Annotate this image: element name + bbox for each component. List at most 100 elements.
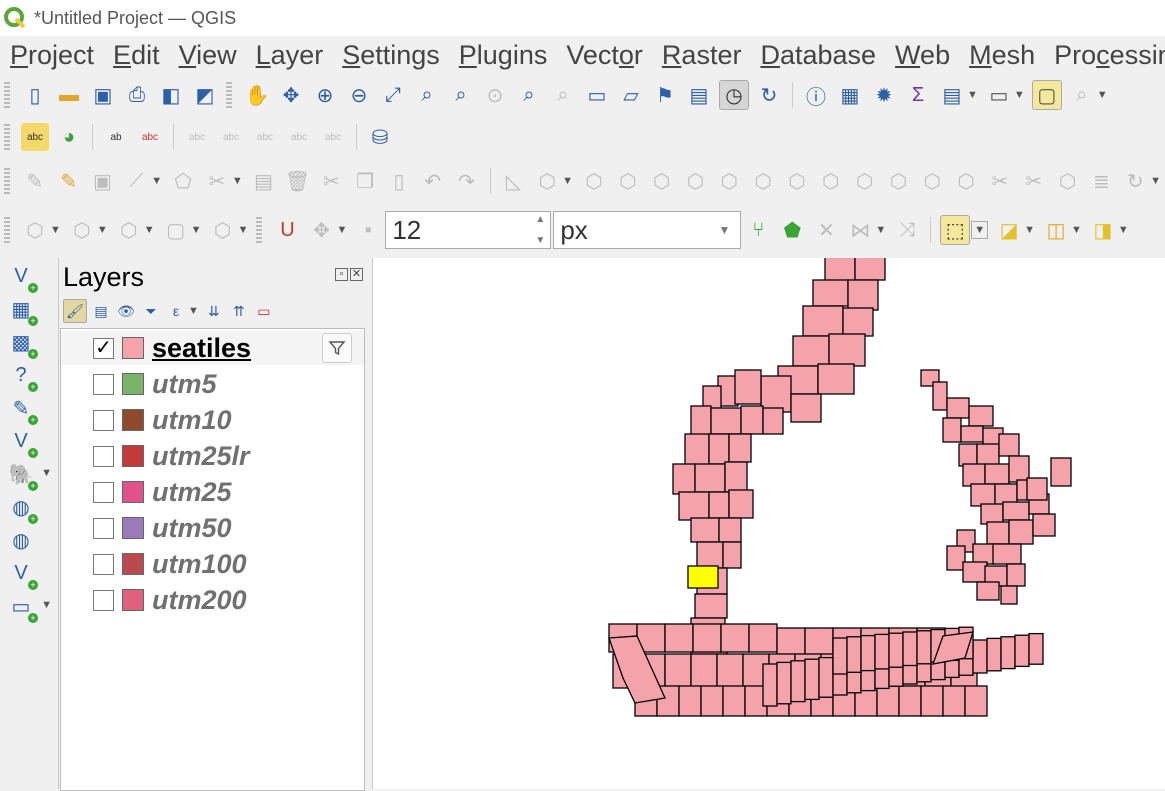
- annotation-svg-icon[interactable]: ⬡: [209, 216, 237, 244]
- zoom-to-selection-icon[interactable]: ⌕: [413, 81, 441, 109]
- toolbox-icon[interactable]: ✹: [870, 81, 898, 109]
- offset-curve-icon[interactable]: ⬡: [885, 167, 913, 195]
- current-edits-icon[interactable]: ✎: [21, 167, 49, 195]
- snapping-units-select[interactable]: px ▼: [553, 211, 742, 249]
- tile-polygon[interactable]: [762, 407, 784, 435]
- expand-all-icon[interactable]: ⇊: [203, 300, 225, 322]
- tile-polygon[interactable]: [790, 393, 822, 423]
- advanced-digitizing-icon[interactable]: ◺: [500, 167, 528, 195]
- pan-to-selection-icon[interactable]: ✥: [277, 81, 305, 109]
- collapse-all-icon[interactable]: ⇈: [228, 300, 250, 322]
- tile-polygon[interactable]: [942, 685, 966, 717]
- zoom-next-icon[interactable]: ⌕: [549, 81, 577, 109]
- open-project-icon[interactable]: ▬: [55, 81, 83, 109]
- pan-icon[interactable]: ✋: [243, 81, 271, 109]
- tile-polygon[interactable]: [828, 333, 866, 367]
- add-postgis-layer-icon[interactable]: 🐘 + ▼: [6, 459, 52, 491]
- layer-row-utm50[interactable]: utm50: [61, 511, 364, 545]
- snapping-magnet-icon[interactable]: U: [273, 216, 301, 244]
- save-project-icon[interactable]: ▣: [89, 81, 117, 109]
- label-properties-icon[interactable]: abc: [319, 123, 347, 151]
- add-raster-layer-icon[interactable]: ▦ +: [6, 294, 38, 326]
- tile-polygon[interactable]: [1008, 455, 1030, 483]
- undo-icon[interactable]: ↶: [419, 167, 447, 195]
- tile-polygon[interactable]: [998, 433, 1020, 457]
- tile-polygon[interactable]: [692, 623, 722, 653]
- tile-polygon[interactable]: [980, 503, 1004, 525]
- annotation-polygon-icon[interactable]: ⬡: [115, 216, 143, 244]
- tile-polygon[interactable]: [790, 660, 806, 703]
- change-label-icon[interactable]: abc: [285, 123, 313, 151]
- chevron-down-icon[interactable]: ▼: [875, 224, 886, 236]
- tile-polygon[interactable]: [818, 656, 834, 698]
- menu-vector[interactable]: Vector: [556, 40, 652, 71]
- tile-polygon[interactable]: [720, 623, 750, 653]
- rotate-feature-icon[interactable]: ⬡: [614, 167, 642, 195]
- layer-symbol-swatch[interactable]: [122, 337, 144, 359]
- modify-attributes-icon[interactable]: ▤: [250, 167, 278, 195]
- select-by-value-icon[interactable]: ◪: [995, 216, 1023, 244]
- map-tips-icon[interactable]: ▤: [938, 81, 966, 109]
- tile-polygon[interactable]: [832, 637, 848, 675]
- tile-polygon[interactable]: [708, 491, 730, 519]
- tile-polygon[interactable]: [748, 623, 778, 653]
- move-label-icon[interactable]: abc: [183, 123, 211, 151]
- filter-icon[interactable]: [322, 333, 352, 363]
- tile-polygon[interactable]: [920, 685, 944, 717]
- add-spatialite-layer-icon[interactable]: V +: [6, 426, 38, 458]
- zoom-to-layer-icon[interactable]: ⌕: [447, 81, 475, 109]
- menu-raster[interactable]: Raster: [652, 40, 751, 71]
- close-panel-icon[interactable]: ✕: [350, 268, 363, 281]
- menu-web[interactable]: Web: [885, 40, 959, 71]
- select-features-icon[interactable]: ⬚: [940, 215, 971, 245]
- identify-features-icon[interactable]: ⓘ: [802, 81, 830, 109]
- tile-polygon[interactable]: [678, 685, 702, 717]
- chevron-down-icon[interactable]: ▼: [41, 599, 52, 611]
- add-part-icon[interactable]: ⬡: [715, 167, 743, 195]
- tile-polygon[interactable]: [664, 653, 692, 689]
- tile-polygon[interactable]: [976, 581, 1000, 601]
- new-print-layout-icon[interactable]: ⎙: [123, 81, 151, 109]
- tile-polygon[interactable]: [724, 461, 748, 493]
- layer-visibility-checkbox[interactable]: [93, 553, 114, 575]
- tile-polygon[interactable]: [860, 634, 876, 672]
- layer-visibility-checkbox[interactable]: [93, 481, 114, 503]
- filter-expression-icon[interactable]: ε: [165, 300, 187, 322]
- remove-layer-icon[interactable]: ▭: [253, 300, 275, 322]
- map-canvas[interactable]: [372, 258, 1165, 789]
- reshape-features-icon[interactable]: ⬡: [851, 167, 879, 195]
- tile-polygon[interactable]: [824, 258, 856, 284]
- tile-polygon[interactable]: [962, 463, 986, 487]
- layer-visibility-checkbox[interactable]: [93, 517, 114, 539]
- tile-polygon[interactable]: [1000, 585, 1018, 605]
- tile-polygon[interactable]: [960, 425, 984, 443]
- layer-symbol-swatch[interactable]: [122, 409, 144, 431]
- layer-row-utm25lr[interactable]: utm25lr: [61, 439, 364, 473]
- tile-polygon[interactable]: [916, 630, 932, 665]
- seatiles-features[interactable]: [373, 258, 1165, 789]
- layer-symbol-swatch[interactable]: [122, 553, 144, 575]
- tile-polygon[interactable]: [962, 561, 988, 583]
- pin-labels-icon[interactable]: ab: [102, 123, 130, 151]
- highlight-labels-icon[interactable]: abc: [136, 123, 164, 151]
- paste-features-icon[interactable]: ▯: [385, 167, 413, 195]
- rotate-point-symbols-icon[interactable]: ↻: [1121, 167, 1149, 195]
- tile-polygon[interactable]: [728, 489, 754, 519]
- spinbox-arrows[interactable]: ▲ ▼: [532, 214, 548, 246]
- add-gps-layer-icon[interactable]: ✎ +: [6, 393, 38, 425]
- tile-polygon[interactable]: [690, 653, 718, 689]
- show-bookmarks-icon[interactable]: ▤: [685, 81, 713, 109]
- tile-polygon[interactable]: [684, 433, 710, 469]
- tile-polygon[interactable]: [902, 631, 918, 667]
- tile-polygon[interactable]: [898, 685, 922, 717]
- chevron-down-icon[interactable]: ▼: [144, 224, 155, 236]
- save-edits-icon[interactable]: ▣: [89, 167, 117, 195]
- tile-polygon[interactable]: [1008, 519, 1034, 545]
- topological-editing-icon[interactable]: ⑂: [744, 216, 772, 244]
- tile-polygon[interactable]: [842, 307, 874, 337]
- statistical-summary-icon[interactable]: Σ: [904, 81, 932, 109]
- tile-polygon[interactable]: [946, 545, 966, 571]
- move-feature-icon[interactable]: ⬡: [580, 167, 608, 195]
- add-group-icon[interactable]: ▤: [90, 300, 112, 322]
- tile-polygon[interactable]: [1028, 632, 1044, 665]
